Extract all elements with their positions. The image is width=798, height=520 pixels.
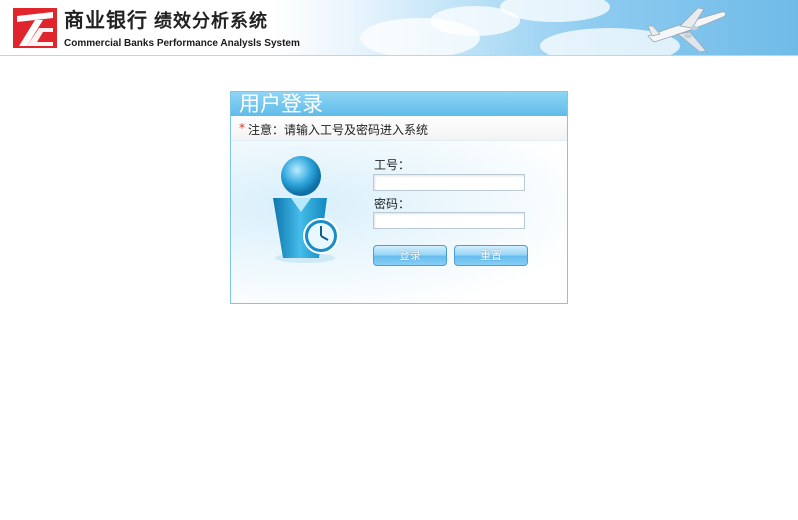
system-name: 绩效分析系统 (154, 11, 268, 32)
reset-button[interactable]: 重置 (454, 245, 528, 266)
login-title: 用户登录 (239, 92, 323, 116)
login-button[interactable]: 登录 (373, 245, 447, 266)
user-clock-icon (273, 156, 339, 263)
system-title: 商业银行 绩效分析系统 (64, 7, 268, 33)
login-panel-header: 用户登录 (231, 92, 567, 116)
header-banner: 商业银行 绩效分析系统 Commercial Banks Performance … (0, 0, 798, 56)
bank-logo (13, 8, 57, 48)
password-input[interactable] (373, 212, 525, 229)
login-panel: 用户登录 * 注意：请输入工号及密码进入系统 工号： 密码： 登录 重置 (230, 91, 568, 304)
password-label: 密码： (374, 197, 411, 211)
employee-id-input[interactable] (373, 174, 525, 191)
bank-name: 商业银行 (64, 8, 148, 32)
employee-id-label: 工号： (374, 158, 411, 172)
notice-marker: * (239, 121, 245, 135)
login-notice: * 注意：请输入工号及密码进入系统 (231, 116, 567, 141)
system-title-english: Commercial Banks Performance Analysls Sy… (64, 38, 300, 49)
airplane-icon (647, 7, 726, 53)
notice-text: 注意：请输入工号及密码进入系统 (248, 123, 429, 137)
